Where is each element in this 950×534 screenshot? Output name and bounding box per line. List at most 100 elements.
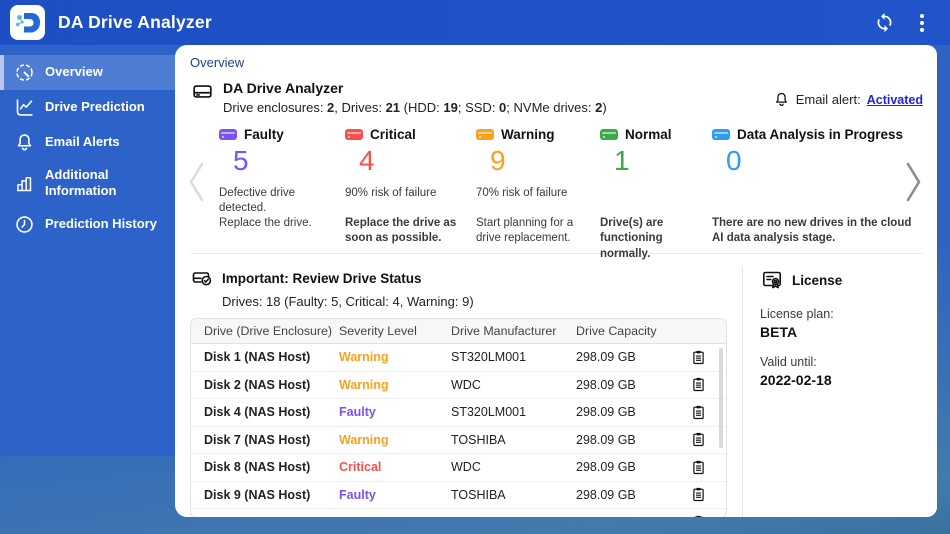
cell-drive: Disk 8 (NAS Host) (204, 460, 311, 475)
clipboard-icon[interactable] (690, 376, 707, 393)
col-manufacturer: Drive Manufacturer (451, 324, 557, 338)
app-logo (10, 5, 45, 40)
cell-capacity: 298.09 GB (576, 432, 636, 447)
table-header: Drive (Drive Enclosure) Severity Level D… (191, 319, 726, 344)
drive-status-icon (345, 129, 363, 140)
drive-status-icon (476, 129, 494, 140)
clipboard-icon[interactable] (690, 514, 707, 517)
sidebar-item-email-alerts[interactable]: Email Alerts (0, 125, 175, 160)
cell-capacity: 298.09 GB (576, 487, 636, 502)
drive-check-icon (190, 266, 214, 290)
status-card-action: Start planning for a drive replacement. (476, 216, 574, 245)
status-card-count: 9 (490, 145, 506, 176)
bar-chart-icon (14, 173, 35, 194)
sidebar-item-drive-prediction[interactable]: Drive Prediction (0, 90, 175, 125)
drive-status-icon (600, 129, 618, 140)
status-card-label: Data Analysis in Progress (737, 127, 904, 142)
cell-drive: Disk 7 (NAS Host) (204, 432, 311, 447)
status-card-desc (712, 186, 914, 216)
refresh-icon[interactable] (872, 11, 896, 35)
cell-capacity: 298.09 GB (576, 350, 636, 365)
trend-chart-icon (14, 97, 35, 118)
sidebar-item-additional-information[interactable]: Additional Information (0, 160, 175, 207)
license-valid-label: Valid until: (760, 355, 817, 369)
app-window: DA Drive Analyzer Overview Drive Predict… (0, 0, 950, 534)
drive-status-icon (712, 129, 730, 140)
status-card-label: Warning (501, 127, 555, 142)
clipboard-icon[interactable] (690, 404, 707, 421)
status-card-label: Normal (625, 127, 672, 142)
status-card-action: Replace the drive as soon as possible. (345, 216, 457, 245)
status-card-count: 4 (359, 145, 375, 176)
drive-status-title: Important: Review Drive Status (222, 270, 422, 286)
clipboard-icon[interactable] (690, 459, 707, 476)
status-card-desc: Defective drive detected. (219, 186, 296, 215)
status-card-desc: 70% risk of failure (476, 186, 568, 199)
table-row[interactable]: Disk 1 (NAS Host) Warning ST320LM001 298… (191, 344, 726, 372)
status-card-normal: Normal 1 Drive(s) are functioning normal… (600, 127, 712, 262)
status-card-warning: Warning 9 70% risk of failure Start plan… (476, 127, 600, 262)
status-card-action: There are no new drives in the cloud AI … (712, 216, 912, 245)
status-card-action: Drive(s) are functioning normally. (600, 216, 664, 260)
cell-capacity: 298.09 GB (576, 460, 636, 475)
drive-status-table: Drive (Drive Enclosure) Severity Level D… (190, 318, 727, 517)
status-card-desc (600, 186, 702, 216)
license-valid-value: 2022-02-18 (760, 372, 832, 388)
table-row[interactable]: Disk 2 (NAS Host) Warning WDC 298.09 GB (191, 372, 726, 399)
email-alert-status: Email alert: Activated (773, 84, 923, 115)
sidebar-item-overview[interactable]: Overview (0, 55, 175, 90)
clipboard-icon[interactable] (690, 431, 707, 448)
license-icon (760, 268, 784, 292)
cell-severity: Faulty (339, 487, 376, 502)
license-plan-value: BETA (760, 324, 798, 340)
app-header: DA Drive Analyzer (0, 0, 950, 45)
table-row[interactable]: Disk 4 (NAS Host) Faulty ST320LM001 298.… (191, 399, 726, 427)
cell-manufacturer: ST320LM001 (451, 405, 527, 420)
cell-capacity: 298.09 GB (576, 405, 636, 420)
table-row[interactable]: Disk 9 (NAS Host) Faulty TOSHIBA 298.09 … (191, 482, 726, 509)
status-card-desc: 90% risk of failure (345, 186, 437, 199)
status-card-faulty: Faulty 5 Defective drive detected. Repla… (219, 127, 345, 262)
gauge-icon (14, 62, 35, 83)
email-alert-activated-link[interactable]: Activated (867, 93, 923, 107)
cell-drive: Disk 2 (NAS Host) (204, 377, 311, 392)
status-card-label: Faulty (244, 127, 284, 142)
table-row-partial[interactable] (191, 509, 726, 517)
cell-severity: Critical (339, 460, 382, 475)
cell-manufacturer: TOSHIBA (451, 432, 506, 447)
cell-severity: Warning (339, 377, 389, 392)
table-scrollbar[interactable] (719, 348, 723, 448)
col-capacity: Drive Capacity (576, 324, 657, 338)
main-content: Overview DA Drive Analyzer Drive enclosu… (175, 45, 937, 517)
page-title: DA Drive Analyzer (58, 12, 212, 32)
carousel-next-icon[interactable] (903, 159, 925, 205)
table-row[interactable]: Disk 8 (NAS Host) Critical WDC 298.09 GB (191, 454, 726, 482)
clipboard-icon[interactable] (690, 486, 707, 503)
breadcrumb: Overview (190, 55, 245, 70)
sidebar-item-label: Drive Prediction (45, 99, 145, 115)
drive-status-subtitle: Drives: 18 (Faulty: 5, Critical: 4, Warn… (222, 294, 474, 309)
bell-icon (773, 91, 790, 108)
sidebar-item-label: Email Alerts (45, 134, 120, 150)
status-card-label: Critical (370, 127, 416, 142)
drive-status-section: Important: Review Drive Status Drives: 1… (185, 266, 743, 517)
license-title: License (792, 272, 843, 288)
status-carousel: Faulty 5 Defective drive detected. Repla… (175, 127, 937, 260)
sidebar-item-label: Prediction History (45, 215, 157, 231)
sidebar-item-prediction-history[interactable]: Prediction History (0, 207, 175, 242)
cell-severity: Warning (339, 432, 389, 447)
sidebar-item-label: Additional Information (45, 167, 117, 199)
email-alert-label: Email alert: (795, 92, 861, 107)
status-card-count: 5 (233, 145, 249, 176)
menu-kebab-icon[interactable] (910, 11, 934, 35)
cell-capacity: 298.09 GB (576, 377, 636, 392)
status-card-action: Replace the drive. (219, 216, 312, 229)
table-row[interactable]: Disk 7 (NAS Host) Warning TOSHIBA 298.09… (191, 427, 726, 454)
drive-status-icon (219, 129, 237, 140)
clipboard-icon[interactable] (690, 349, 707, 366)
bell-icon (14, 132, 35, 153)
carousel-prev-icon[interactable] (185, 159, 207, 205)
clock-icon (14, 214, 35, 235)
sidebar-item-label: Overview (45, 64, 103, 80)
status-card-data-analysis: Data Analysis in Progress 0 There are no… (712, 127, 924, 262)
